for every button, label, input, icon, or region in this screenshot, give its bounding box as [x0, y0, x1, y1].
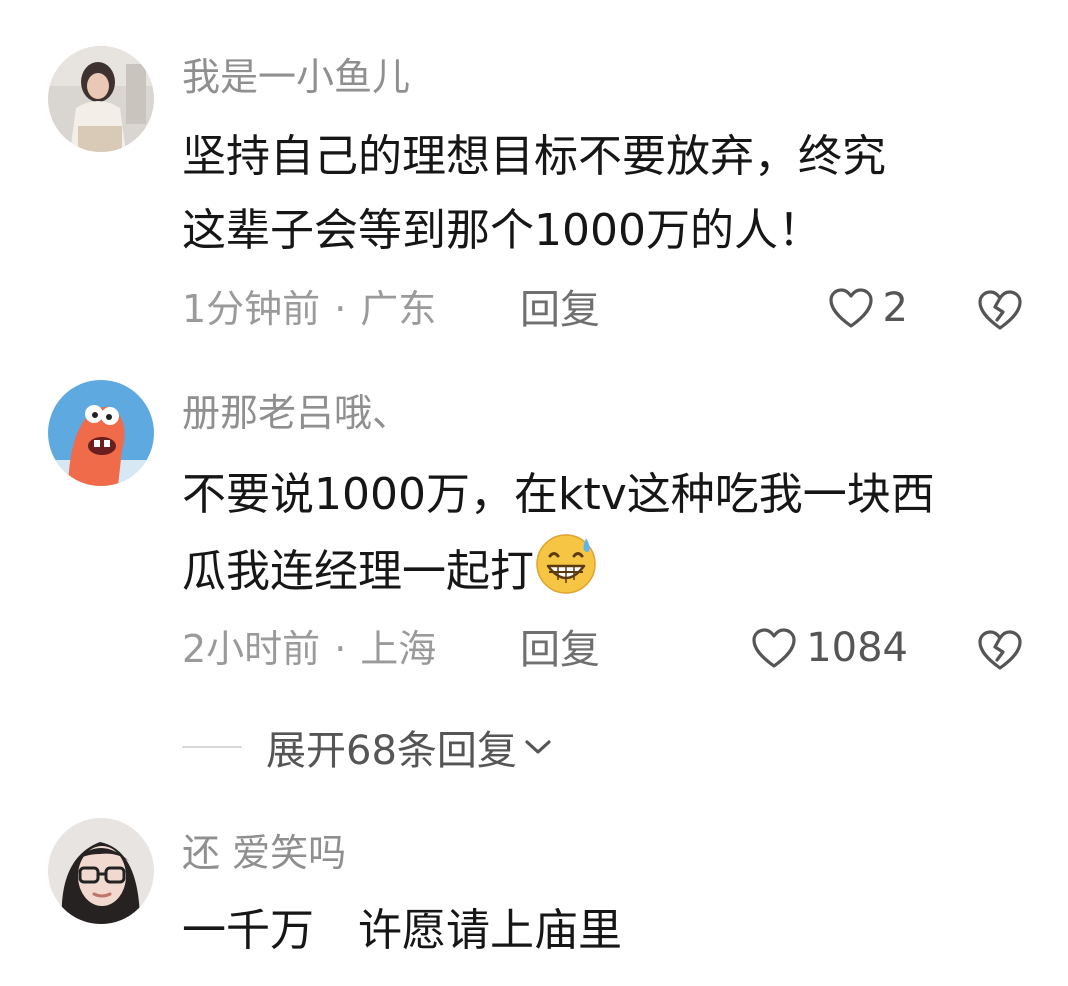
avatar[interactable] [48, 818, 154, 924]
comment-item: 还 爱笑吗 一千万 许愿请上庙里 [0, 0, 1068, 986]
comment-text: 一千万 许愿请上庙里 [182, 894, 1042, 968]
username[interactable]: 还 爱笑吗 [182, 834, 346, 872]
comment-text-line: 一千万 许愿请上庙里 [182, 905, 622, 956]
